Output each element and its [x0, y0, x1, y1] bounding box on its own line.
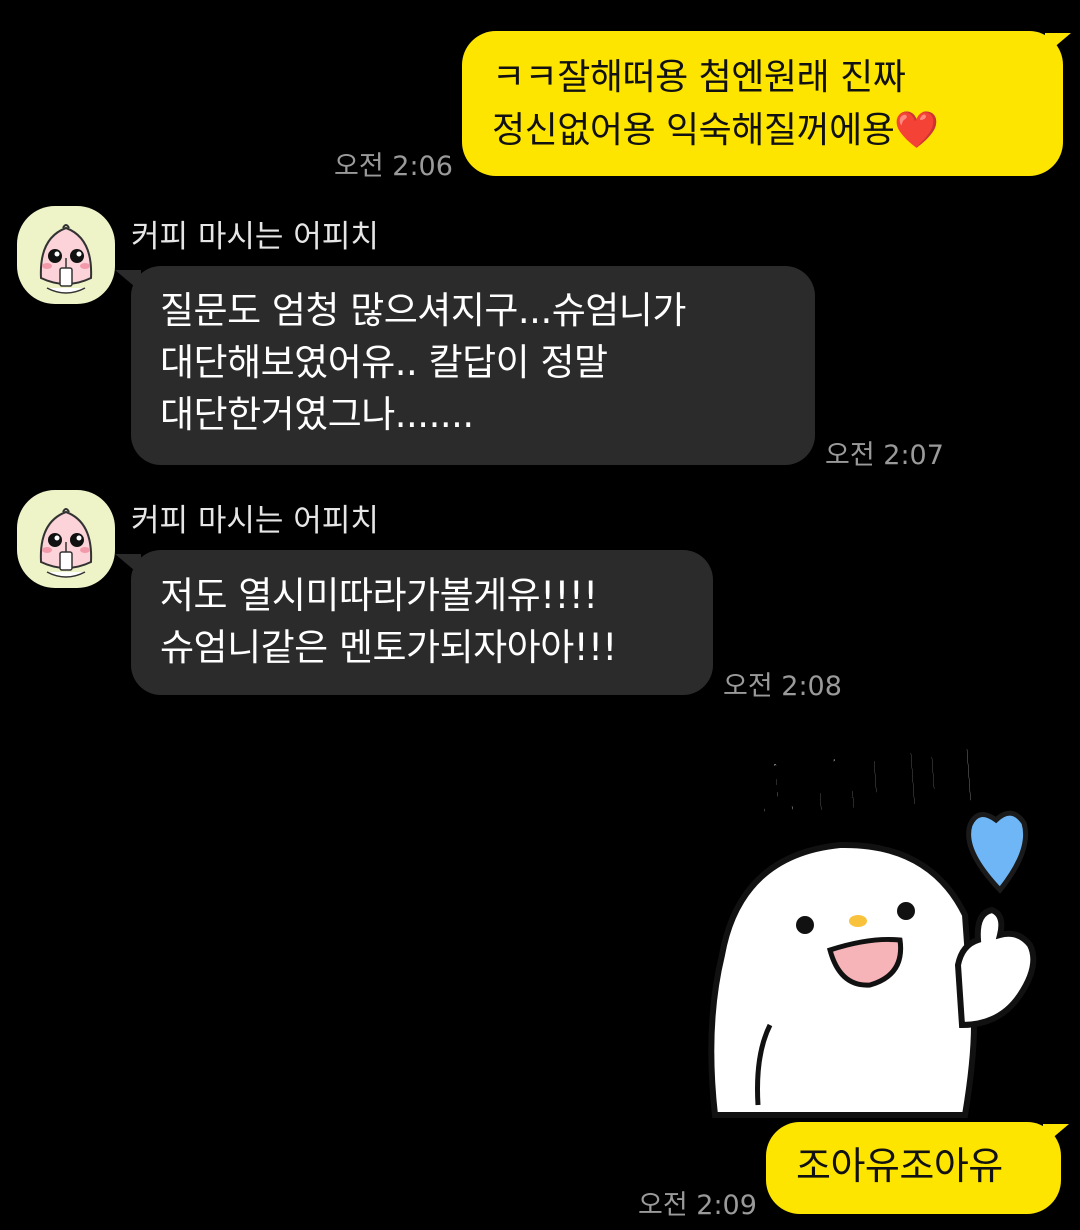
their-bubble-tail [115, 270, 141, 292]
my-message-bubble[interactable]: 조아유조아유 [766, 1122, 1061, 1214]
their-bubble-tail [115, 554, 141, 576]
their-message-bubble[interactable]: 질문도 엄청 많으셔지구...슈엄니가 대단해보였어유.. 칼답이 정말 대단한… [131, 266, 815, 465]
sender-name: 커피 마시는 어피치 [131, 503, 379, 539]
apeach-avatar-icon[interactable] [17, 490, 115, 588]
sender-name: 커피 마시는 어피치 [131, 219, 379, 255]
my-bubble-tail [1043, 1124, 1069, 1146]
apeach-avatar-icon[interactable] [17, 206, 115, 304]
message-timestamp: 오전 2:07 [825, 440, 944, 471]
message-timestamp: 오전 2:06 [334, 151, 453, 182]
my-message-bubble[interactable]: ㅋㅋ잘해떠용 첨엔원래 진짜 정신없어용 익숙해질꺼에용❤️ [462, 31, 1063, 176]
message-timestamp: 오전 2:08 [723, 671, 842, 702]
sticker-caption: 좋습니다 [745, 737, 989, 829]
my-bubble-tail [1045, 33, 1071, 55]
sticker-message[interactable]: 좋습니다 [700, 725, 1050, 1120]
their-message-bubble[interactable]: 저도 열시미따라가볼게유!!!! 슈엄니같은 멘토가되자아아!!! [131, 550, 713, 695]
message-timestamp: 오전 2:09 [638, 1190, 757, 1221]
